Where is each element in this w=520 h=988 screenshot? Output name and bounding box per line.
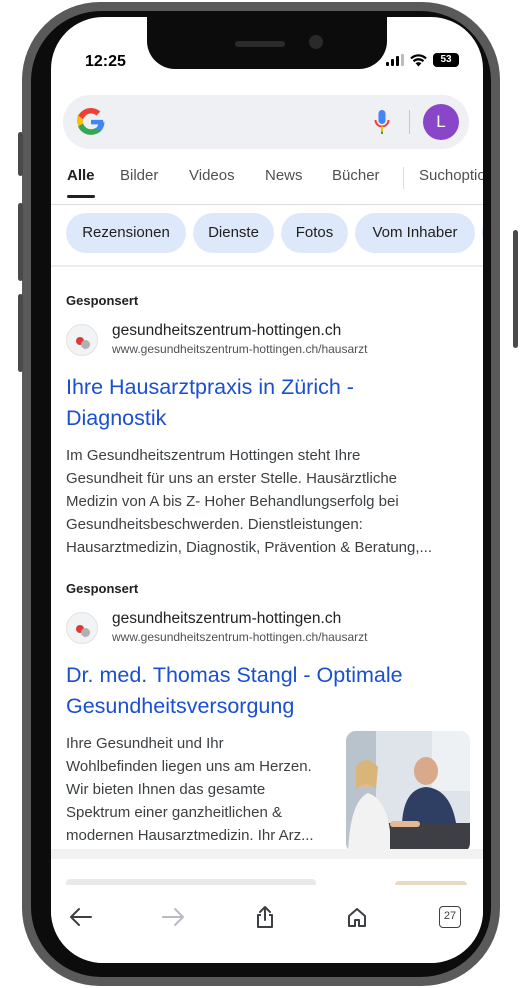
phone-screen: 12:25 53 L Alle Bilder Videos News Büche…	[51, 17, 483, 963]
ad-title-link[interactable]: Ihre Hausarztpraxis in Zürich - Diagnost…	[66, 372, 470, 434]
ad-desc-line: Ihre Gesundheit und Ihr	[66, 735, 224, 752]
tab-separator	[403, 167, 404, 189]
ad-domain: gesundheitszentrum-hottingen.ch	[112, 322, 342, 339]
microphone-icon[interactable]	[373, 109, 391, 135]
chip-dienste[interactable]: Dienste	[193, 213, 274, 253]
sponsored-label: Gesponsert	[66, 293, 139, 308]
volume-down-button	[18, 294, 23, 372]
tabs-button[interactable]: 27	[432, 899, 468, 935]
tab-bilder[interactable]: Bilder	[120, 167, 158, 184]
speaker-grille	[235, 41, 285, 47]
ad-description: Im Gesundheitszentrum Hottingen steht Ih…	[66, 444, 470, 559]
browser-toolbar: 27	[51, 885, 483, 963]
ad-result: Gesponsert gesundheitszentrum-hottingen.…	[66, 293, 470, 559]
result-separator	[51, 849, 483, 859]
ad-domain: gesundheitszentrum-hottingen.ch	[112, 610, 342, 627]
notch	[147, 17, 387, 69]
signal-icon	[386, 54, 404, 66]
search-bar-divider	[409, 110, 410, 134]
tab-count-icon: 27	[439, 906, 461, 928]
tabs-divider	[51, 204, 483, 205]
search-bar[interactable]: L	[63, 95, 469, 149]
chip-rezensionen[interactable]: Rezensionen	[66, 213, 186, 253]
chips-divider	[51, 265, 483, 267]
ad-desc-line: Im Gesundheitszentrum Hottingen steht Ih…	[66, 447, 361, 464]
front-camera	[309, 35, 323, 49]
ad-desc-line: modernen Hausarztmedizin. Ihr Arz...	[66, 827, 314, 844]
ad-title-link[interactable]: Dr. med. Thomas Stangl - Optimale Gesund…	[66, 660, 470, 722]
home-icon	[348, 908, 366, 927]
share-icon	[257, 906, 273, 928]
tab-news[interactable]: News	[265, 167, 303, 184]
chip-partial[interactable]	[482, 213, 483, 253]
search-tabs: Alle Bilder Videos News Bücher Suchoptio…	[51, 167, 483, 199]
sponsored-label: Gesponsert	[66, 581, 139, 596]
ad-result: Gesponsert gesundheitszentrum-hottingen.…	[66, 581, 470, 853]
ad-title-line: Gesundheitsversorgung	[66, 694, 295, 718]
tab-videos[interactable]: Videos	[189, 167, 235, 184]
ad-url: www.gesundheitszentrum-hottingen.ch/haus…	[112, 342, 368, 356]
ad-description: Ihre Gesundheit und Ihr Wohlbefinden lie…	[66, 732, 344, 847]
filter-chips: Rezensionen Dienste Fotos Vom Inhaber	[51, 213, 483, 257]
ad-desc-line: Wir bieten Ihnen das gesamte	[66, 781, 266, 798]
battery-icon: 53	[433, 53, 459, 67]
ad-desc-line: Gesundheitsbeschwerden. Dienstleistungen…	[66, 516, 363, 533]
ad-source[interactable]: gesundheitszentrum-hottingen.ch www.gesu…	[66, 610, 470, 650]
ad-desc-line: Spektrum einer ganzheitlichen &	[66, 804, 282, 821]
tab-alle[interactable]: Alle	[67, 167, 95, 184]
tab-buecher[interactable]: Bücher	[332, 167, 380, 184]
ad-url: www.gesundheitszentrum-hottingen.ch/haus…	[112, 630, 368, 644]
status-time: 12:25	[85, 53, 126, 70]
ad-desc-line: Wohlbefinden liegen uns am Herzen.	[66, 758, 312, 775]
chip-vom-inhaber[interactable]: Vom Inhaber	[355, 213, 475, 253]
google-logo-icon	[77, 108, 105, 135]
site-favicon-icon	[66, 612, 98, 644]
ad-desc-line: Gesundheit für uns an erster Stelle. Hau…	[66, 470, 398, 487]
volume-up-button	[18, 203, 23, 281]
chip-fotos[interactable]: Fotos	[281, 213, 348, 253]
ad-title-line: Diagnostik	[66, 406, 167, 430]
action-button	[18, 132, 23, 176]
ad-desc-line: Hausarztmedizin, Diagnostik, Prävention …	[66, 539, 433, 556]
site-favicon-icon	[66, 324, 98, 356]
ad-title-line: Ihre Hausarztpraxis in Zürich -	[66, 375, 354, 399]
back-button[interactable]	[63, 899, 99, 935]
ad-thumbnail-image[interactable]	[346, 731, 470, 853]
ad-desc-line: Medizin von A bis Z- Hoher Behandlungser…	[66, 493, 399, 510]
power-button	[513, 230, 518, 348]
forward-button[interactable]	[155, 899, 191, 935]
active-tab-indicator	[67, 195, 95, 198]
ad-source[interactable]: gesundheitszentrum-hottingen.ch www.gesu…	[66, 322, 470, 362]
forward-arrow-icon	[162, 908, 184, 926]
wifi-icon	[410, 53, 427, 66]
account-avatar[interactable]: L	[423, 104, 459, 140]
status-icons: 53	[386, 53, 459, 67]
home-button[interactable]	[339, 899, 375, 935]
back-arrow-icon	[70, 908, 92, 926]
tab-suchoptionen[interactable]: Suchoptionen	[419, 167, 483, 184]
share-button[interactable]	[247, 899, 283, 935]
ad-title-line: Dr. med. Thomas Stangl - Optimale	[66, 663, 403, 687]
